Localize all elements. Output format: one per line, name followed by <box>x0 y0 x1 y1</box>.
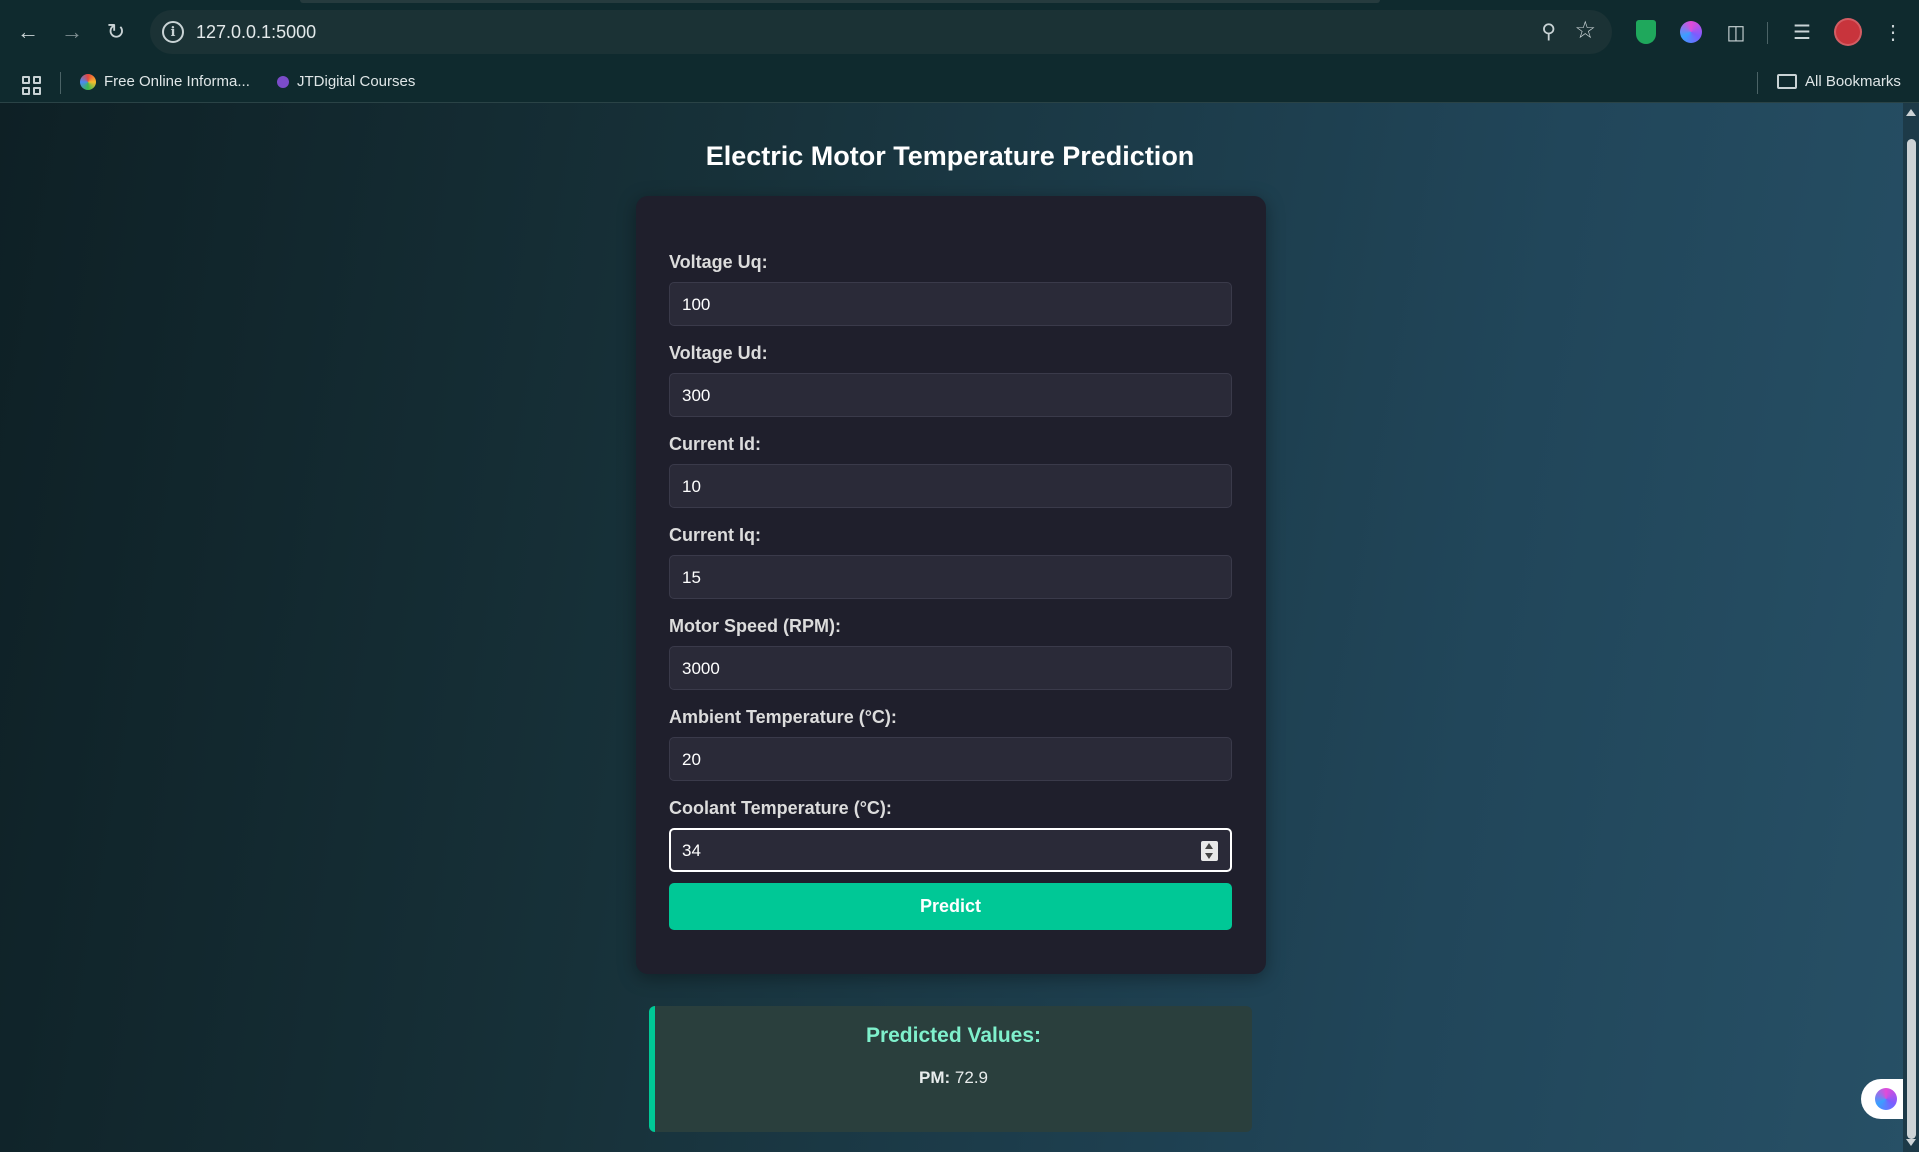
address-bar[interactable]: i 127.0.0.1:5000 ⚲ ☆ <box>150 10 1612 54</box>
current-iq-input[interactable]: 15 <box>669 555 1232 599</box>
back-icon[interactable]: ← <box>10 14 46 50</box>
bookmarks-divider <box>1757 72 1758 94</box>
field-motor-speed: Motor Speed (RPM): 3000 <box>669 616 1232 690</box>
coolant-temperature-value: 34 <box>682 841 701 860</box>
bookmark-item[interactable]: Free Online Informa... <box>80 73 250 90</box>
ambient-temperature-input[interactable]: 20 <box>669 737 1232 781</box>
zoom-icon[interactable]: ⚲ <box>1541 19 1556 44</box>
field-voltage-ud: Voltage Ud: 300 <box>669 343 1232 417</box>
field-label: Current Iq: <box>669 525 761 545</box>
field-label: Voltage Uq: <box>669 252 768 272</box>
prediction-form: Voltage Uq: 100 Voltage Ud: 300 Current … <box>636 196 1266 974</box>
brain-extension-icon[interactable] <box>1677 18 1705 46</box>
voltage-ud-input[interactable]: 300 <box>669 373 1232 417</box>
bookmarks-bar: Free Online Informa... JTDigital Courses… <box>0 64 1919 103</box>
colorful-site-icon <box>80 73 96 90</box>
bookmark-star-icon[interactable]: ☆ <box>1574 16 1596 45</box>
field-label: Ambient Temperature (°C): <box>669 707 897 727</box>
coolant-temperature-input[interactable]: 34 <box>669 828 1232 872</box>
menu-kebab-icon[interactable]: ⋮ <box>1879 18 1907 46</box>
folder-icon <box>1777 74 1797 89</box>
field-current-id: Current Id: 10 <box>669 434 1232 508</box>
bookmarks-divider <box>60 72 61 94</box>
profile-avatar[interactable] <box>1834 18 1862 46</box>
field-label: Motor Speed (RPM): <box>669 616 841 636</box>
result-line: PM: 72.9 <box>655 1068 1252 1088</box>
result-value: 72.9 <box>954 1068 988 1087</box>
field-current-iq: Current Iq: 15 <box>669 525 1232 599</box>
motor-speed-input[interactable]: 3000 <box>669 646 1232 690</box>
result-title: Predicted Values: <box>865 1024 1042 1047</box>
field-voltage-uq: Voltage Uq: 100 <box>669 252 1232 326</box>
reload-icon[interactable]: ↻ <box>98 14 134 50</box>
number-spinner-icon[interactable] <box>1201 841 1218 861</box>
apps-grid-icon[interactable] <box>22 76 41 95</box>
scroll-up-icon[interactable] <box>1906 109 1916 116</box>
predict-button[interactable]: Predict <box>669 883 1232 930</box>
field-coolant-temperature: Coolant Temperature (°C): 34 <box>669 798 1232 872</box>
media-queue-icon[interactable]: ☰ <box>1788 18 1816 46</box>
site-info-icon[interactable]: i <box>162 21 184 43</box>
all-bookmarks-label: All Bookmarks <box>1805 73 1901 90</box>
page-scrollbar[interactable] <box>1903 103 1919 1152</box>
result-key: PM: <box>919 1068 951 1087</box>
forward-icon[interactable]: → <box>54 14 90 50</box>
field-label: Voltage Ud: <box>669 343 768 363</box>
prediction-result: Predicted Values: PM: 72.9 <box>649 1006 1252 1132</box>
bookmark-item[interactable]: JTDigital Courses <box>277 73 415 90</box>
browser-chrome: ← → ↻ i 127.0.0.1:5000 ⚲ ☆ ◫ ☰ ⋮ Free On… <box>0 0 1919 103</box>
brain-icon <box>1875 1088 1897 1110</box>
address-url[interactable]: 127.0.0.1:5000 <box>196 22 316 43</box>
shield-extension-icon[interactable] <box>1632 18 1660 46</box>
page-viewport: Electric Motor Temperature Prediction Vo… <box>0 103 1919 1152</box>
page-title: Electric Motor Temperature Prediction <box>705 141 1195 171</box>
voltage-uq-input[interactable]: 100 <box>669 282 1232 326</box>
scroll-down-icon[interactable] <box>1906 1139 1916 1146</box>
current-id-input[interactable]: 10 <box>669 464 1232 508</box>
scroll-thumb[interactable] <box>1907 139 1916 1139</box>
bookmark-label: JTDigital Courses <box>297 73 416 90</box>
field-label: Coolant Temperature (°C): <box>669 798 892 818</box>
extensions-puzzle-icon[interactable]: ◫ <box>1722 18 1750 46</box>
all-bookmarks-button[interactable]: All Bookmarks <box>1777 73 1901 90</box>
browser-toolbar: ← → ↻ i 127.0.0.1:5000 ⚲ ☆ ◫ ☰ ⋮ <box>0 0 1919 64</box>
field-ambient-temperature: Ambient Temperature (°C): 20 <box>669 707 1232 781</box>
field-label: Current Id: <box>669 434 761 454</box>
toolbar-divider <box>1767 22 1768 44</box>
bookmark-label: Free Online Informa... <box>104 73 250 90</box>
purple-site-icon <box>277 75 289 88</box>
